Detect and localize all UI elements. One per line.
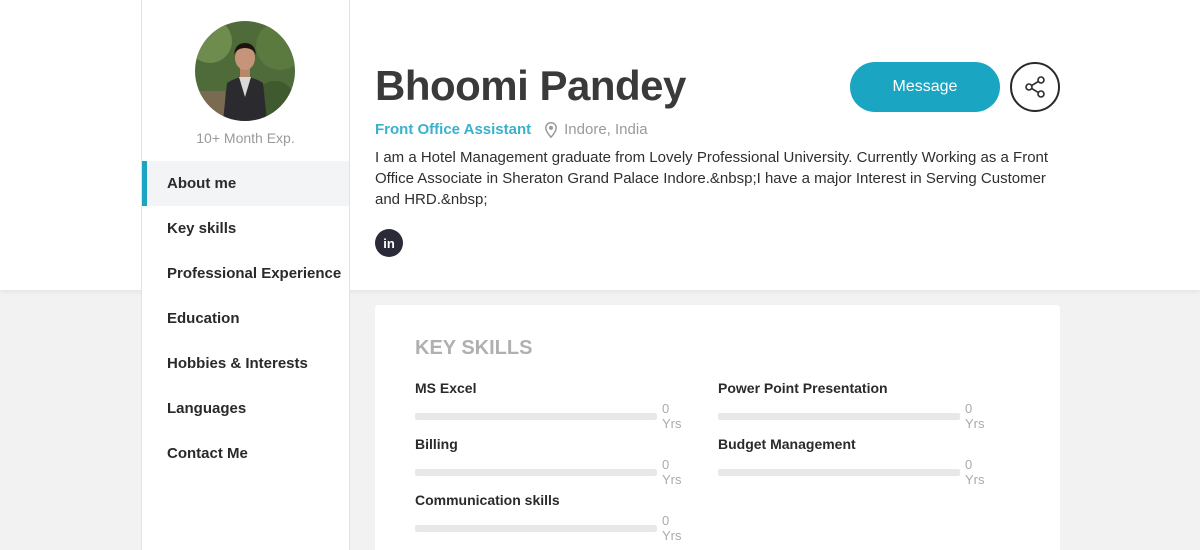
skill-name: Communication skills — [415, 492, 560, 508]
skill-years: 0 Yrs — [662, 401, 682, 431]
sidebar-item-professional-experience[interactable]: Professional Experience — [142, 251, 349, 296]
skill-years: 0 Yrs — [662, 457, 682, 487]
role-location-row: Front Office Assistant Indore, India — [375, 121, 648, 138]
avatar — [195, 21, 295, 121]
skill-progress-bar — [415, 412, 658, 420]
skill-progress-bar — [718, 468, 961, 476]
share-button[interactable] — [1010, 62, 1060, 112]
linkedin-icon[interactable]: in — [375, 229, 403, 257]
sidebar-item-about-me[interactable]: About me — [142, 161, 349, 206]
skill-name: Power Point Presentation — [718, 380, 888, 396]
share-icon — [1025, 76, 1045, 98]
skill-progress-bar — [415, 524, 658, 532]
sidebar-item-contact-me[interactable]: Contact Me — [142, 431, 349, 476]
skill-item: MS Excel 0 Yrs — [415, 380, 692, 431]
skill-name: MS Excel — [415, 380, 477, 396]
skill-years: 0 Yrs — [662, 513, 682, 543]
sidebar-item-label: Contact Me — [167, 445, 248, 462]
skill-years: 0 Yrs — [965, 401, 985, 431]
skill-progress-bar — [718, 412, 961, 420]
sidebar-item-key-skills[interactable]: Key skills — [142, 206, 349, 251]
location-pin-icon — [545, 121, 558, 138]
sidebar-item-languages[interactable]: Languages — [142, 386, 349, 431]
sidebar-nav: About me Key skills Professional Experie… — [142, 161, 349, 476]
skill-item: Power Point Presentation 0 Yrs — [718, 380, 995, 431]
sidebar-item-label: About me — [167, 175, 237, 192]
experience-text: 10+ Month Exp. — [196, 130, 295, 146]
skill-name: Budget Management — [718, 436, 856, 452]
profile-name: Bhoomi Pandey — [375, 62, 686, 109]
sidebar-item-label: Languages — [167, 400, 247, 417]
sidebar-item-hobbies[interactable]: Hobbies & Interests — [142, 341, 349, 386]
skill-item: Communication skills 0 Yrs — [415, 492, 692, 543]
message-button[interactable]: Message — [850, 62, 1000, 112]
sidebar-item-education[interactable]: Education — [142, 296, 349, 341]
profile-bio: I am a Hotel Management graduate from Lo… — [375, 149, 1049, 208]
location-text: Indore, India — [564, 121, 648, 138]
skill-name: Billing — [415, 436, 458, 452]
sidebar-item-label: Professional Experience — [167, 265, 342, 282]
skill-item: Billing 0 Yrs — [415, 436, 692, 487]
sidebar-item-label: Hobbies & Interests — [167, 355, 308, 372]
skill-years: 0 Yrs — [965, 457, 985, 487]
sidebar: 10+ Month Exp. About me Key skills Profe… — [141, 0, 350, 550]
sidebar-item-label: Key skills — [167, 220, 237, 237]
key-skills-title: KEY SKILLS — [415, 337, 533, 359]
avatar-photo — [195, 21, 295, 121]
sidebar-item-label: Education — [167, 310, 240, 327]
skill-item: Budget Management 0 Yrs — [718, 436, 995, 487]
skill-progress-bar — [415, 468, 658, 476]
key-skills-card: KEY SKILLS MS Excel 0 Yrs Power Point Pr… — [375, 305, 1060, 550]
job-title: Front Office Assistant — [375, 121, 532, 138]
